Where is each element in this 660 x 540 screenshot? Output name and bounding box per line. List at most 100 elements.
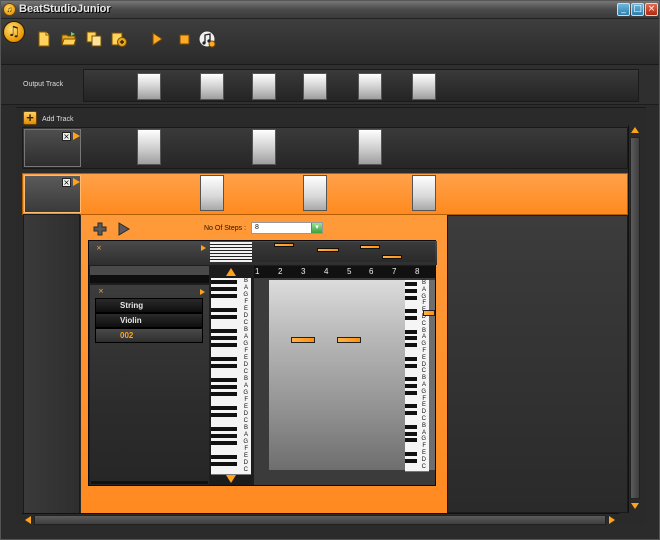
track-lane[interactable]	[83, 174, 627, 214]
step-number: 2	[278, 267, 283, 276]
output-slot[interactable]	[303, 73, 327, 100]
expand-track-arrow-icon[interactable]	[73, 132, 80, 140]
play-icon[interactable]	[149, 31, 165, 47]
mini-keyboard	[210, 242, 252, 262]
output-slot[interactable]	[412, 73, 436, 100]
grid-overflow	[423, 280, 435, 470]
app-logo-button[interactable]: ♫	[3, 21, 25, 43]
stop-icon[interactable]	[176, 31, 192, 47]
step-number: 5	[347, 267, 352, 276]
step-number: 8	[415, 267, 420, 276]
track-row-selected[interactable]: ×	[22, 173, 628, 215]
toolbar: ♫	[1, 19, 659, 65]
instrument-panel-footer	[91, 481, 208, 484]
output-slot[interactable]	[137, 73, 161, 100]
instrument-panel: × String Violin 002	[90, 285, 209, 485]
step-header: 1 2 3 4 5 6 7 8	[254, 266, 435, 278]
expand-track-arrow-icon[interactable]	[73, 178, 80, 186]
editor-empty-region	[447, 215, 628, 513]
pattern-topbar: ×	[89, 241, 437, 265]
output-track-lane[interactable]	[83, 69, 639, 102]
scroll-up-arrow-icon[interactable]	[631, 127, 639, 133]
pattern-editor: × × String Violin 002 B A G F E D C B A …	[88, 240, 437, 486]
note-block[interactable]	[337, 337, 361, 343]
chevron-down-icon[interactable]: ▾	[311, 223, 322, 233]
title-bar[interactable]: ♫ BeatStudioJunior _ □ ×	[1, 1, 659, 19]
horizontal-scroll-thumb[interactable]	[34, 515, 606, 525]
mini-note	[317, 248, 339, 252]
remove-track-button[interactable]: ×	[62, 178, 71, 187]
app-window: ♫ BeatStudioJunior _ □ × ♫ Output Track …	[0, 0, 660, 540]
app-icon: ♫	[3, 3, 16, 16]
mini-note	[382, 255, 402, 259]
piano-keyboard: BAGFEDCBAGFEDCBAGFEDCBAGFEDC	[210, 266, 252, 485]
note-block[interactable]	[423, 310, 435, 316]
track-thumbnail[interactable]: ×	[24, 175, 81, 213]
play-pattern-icon[interactable]	[118, 222, 130, 236]
output-track-label: Output Track	[23, 81, 64, 88]
output-slot[interactable]	[200, 73, 224, 100]
piano-key[interactable]: C	[211, 467, 251, 475]
track-row[interactable]: ×	[22, 127, 628, 169]
output-track: Output Track	[1, 65, 659, 105]
steps-dropdown[interactable]: 8 ▾	[251, 222, 323, 234]
mini-piano-roll[interactable]	[252, 242, 435, 262]
steps-value: 8	[255, 224, 259, 231]
mini-note	[274, 243, 294, 247]
step-number: 1	[255, 267, 260, 276]
scroll-down-arrow-icon[interactable]	[631, 503, 639, 509]
track-lane[interactable]	[83, 128, 627, 168]
expand-arrow-icon[interactable]	[201, 245, 206, 251]
step-number: 6	[369, 267, 374, 276]
instrument-header	[90, 266, 209, 275]
copy-icon[interactable]	[86, 31, 102, 47]
horizontal-scrollbar[interactable]	[22, 513, 619, 526]
music-settings-icon[interactable]	[198, 30, 216, 48]
scroll-left-arrow-icon[interactable]	[25, 516, 31, 524]
step-number: 3	[301, 267, 306, 276]
scroll-up-arrow-icon[interactable]	[226, 268, 236, 276]
grid-keyboard: BAGFEDCBAGFEDCBAGFEDCBAGFEDC	[405, 280, 429, 472]
close-button[interactable]: ×	[645, 3, 658, 16]
track-slot[interactable]	[252, 129, 276, 165]
open-folder-icon[interactable]	[61, 31, 77, 47]
step-grid[interactable]: 1 2 3 4 5 6 7 8 BAGFEDCBAGFEDCBAGFEDCBAG…	[254, 266, 435, 485]
add-track-button[interactable]: +	[23, 111, 37, 125]
instrument-item-002[interactable]: 002	[95, 328, 203, 343]
step-number: 4	[324, 267, 329, 276]
scroll-right-arrow-icon[interactable]	[609, 516, 615, 524]
step-number: 7	[392, 267, 397, 276]
grid-key[interactable]: C	[405, 463, 429, 472]
window-title: BeatStudioJunior	[19, 3, 111, 15]
minimize-button[interactable]: _	[617, 3, 630, 16]
maximize-button[interactable]: □	[631, 3, 644, 16]
note-grid[interactable]	[269, 280, 405, 470]
remove-track-button[interactable]: ×	[62, 132, 71, 141]
vertical-scrollbar[interactable]	[628, 125, 641, 513]
track-slot[interactable]	[412, 175, 436, 211]
track-slot[interactable]	[137, 129, 161, 165]
track-slot[interactable]	[200, 175, 224, 211]
instrument-subheader	[90, 275, 209, 283]
new-file-icon[interactable]	[36, 31, 52, 47]
close-instrument-icon[interactable]: ×	[98, 287, 104, 295]
track-slot[interactable]	[358, 129, 382, 165]
instrument-item-string[interactable]: String	[95, 298, 203, 313]
track-thumbnail[interactable]: ×	[24, 129, 81, 167]
export-icon[interactable]	[111, 31, 127, 47]
output-slot[interactable]	[252, 73, 276, 100]
add-track-label: Add Track	[42, 116, 74, 123]
tracks-area: + Add Track × × No Of Steps: 8 ▾ × × St…	[16, 107, 646, 525]
steps-label: No Of Steps :	[204, 225, 247, 232]
note-block[interactable]	[291, 337, 315, 343]
vertical-scroll-thumb[interactable]	[630, 137, 640, 499]
instrument-item-violin[interactable]: Violin	[95, 313, 203, 328]
instrument-arrow-icon[interactable]	[200, 289, 205, 295]
track-slot[interactable]	[303, 175, 327, 211]
scroll-down-arrow-icon[interactable]	[226, 475, 236, 483]
track-sidebar	[23, 214, 80, 514]
output-slot[interactable]	[358, 73, 382, 100]
add-instrument-icon[interactable]	[93, 222, 107, 236]
mini-note	[360, 245, 380, 249]
close-pattern-icon[interactable]: ×	[96, 244, 102, 252]
